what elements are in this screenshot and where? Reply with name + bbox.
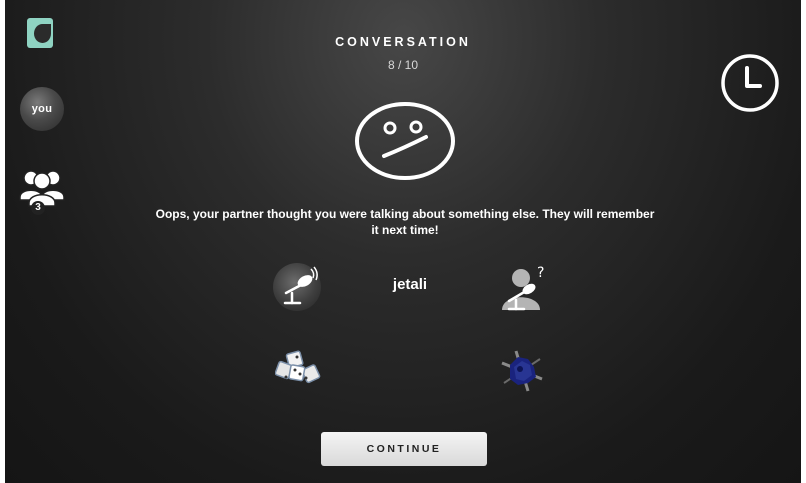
svg-text:?: ? (537, 265, 544, 281)
partner-avatar (275, 350, 321, 384)
listener-question-icon: ? (502, 265, 544, 311)
avatar-label: you (31, 103, 53, 115)
partner-avatar (501, 350, 543, 392)
round-progress: 8 / 10 (387, 58, 419, 72)
confused-face-icon (355, 102, 455, 180)
page-title: CONVERSATION (335, 35, 471, 49)
continue-button[interactable]: CONTINUE (321, 432, 487, 466)
group-count-badge: 3 (31, 201, 45, 215)
group-icon (19, 170, 65, 207)
speaker-avatar (273, 263, 321, 311)
game-screen: you 3 CONVERSATION 8 / 10 Oops, your par… (5, 0, 801, 483)
microphone-icon (283, 266, 318, 305)
result-message: Oops, your partner thought you were talk… (155, 207, 655, 237)
player-avatar[interactable]: you (20, 87, 64, 131)
secret-word: jetali (392, 276, 428, 293)
